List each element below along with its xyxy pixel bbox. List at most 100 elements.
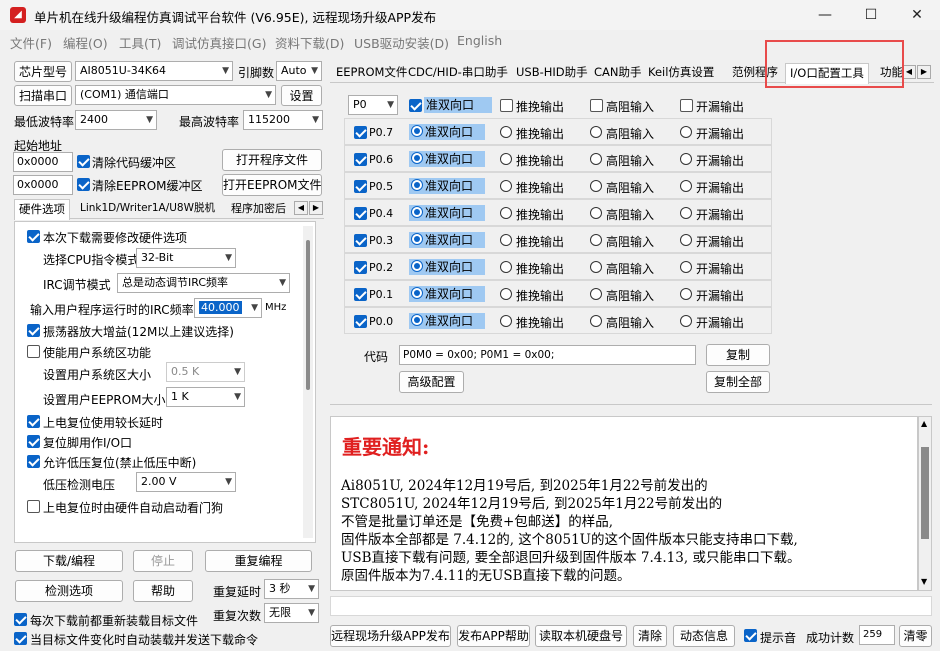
radio-opendrain[interactable] — [680, 180, 692, 192]
option-quasi[interactable]: 准双向口 — [409, 232, 485, 248]
pin-checkbox[interactable] — [354, 234, 367, 247]
radio-opendrain[interactable] — [680, 315, 692, 327]
radio-highz[interactable] — [590, 315, 602, 327]
tab-scroll-left-icon[interactable]: ◀ — [902, 65, 916, 79]
header-pushpull-checkbox[interactable] — [500, 99, 513, 112]
radio-highz[interactable] — [590, 207, 602, 219]
radio-opendrain[interactable] — [680, 288, 692, 300]
pin-checkbox[interactable] — [354, 261, 367, 274]
tab-can[interactable]: CAN助手 — [590, 63, 646, 83]
pin-checkbox[interactable] — [354, 207, 367, 220]
menu-file[interactable]: 文件(F) — [10, 33, 52, 52]
tab-scroll-right-icon[interactable]: ▶ — [917, 65, 931, 79]
radio-highz[interactable] — [590, 126, 602, 138]
user-sys-size-select[interactable]: 0.5 K ▼ — [166, 362, 245, 382]
clear-button[interactable]: 清除 — [633, 625, 667, 647]
tab-hardware-options[interactable]: 硬件选项 — [14, 199, 70, 220]
radio-opendrain[interactable] — [680, 261, 692, 273]
scrollbar-thumb[interactable] — [306, 240, 310, 390]
pin-checkbox[interactable] — [354, 288, 367, 301]
pin-count-select[interactable]: Auto ▼ — [276, 61, 322, 81]
chip-model-button[interactable]: 芯片型号 — [14, 61, 72, 82]
close-button[interactable]: ✕ — [894, 0, 940, 30]
menu-english[interactable]: English — [457, 33, 502, 48]
cpu-mode-select[interactable]: 32-Bit ▼ — [136, 248, 236, 268]
auto-reload-checkbox[interactable] — [14, 632, 27, 645]
copy-all-button[interactable]: 复制全部 — [706, 371, 770, 393]
tab-eeprom-file[interactable]: EEPROM文件 — [332, 63, 411, 83]
publish-help-button[interactable]: 发布APP帮助 — [457, 625, 530, 647]
radio-pushpull[interactable] — [500, 207, 512, 219]
radio-pushpull[interactable] — [500, 261, 512, 273]
code-address-input[interactable]: 0x0000 — [13, 152, 73, 172]
option-quasi[interactable]: 准双向口 — [409, 151, 485, 167]
radio-opendrain[interactable] — [680, 234, 692, 246]
dynamic-info-button[interactable]: 动态信息 — [673, 625, 735, 647]
tab-encrypt[interactable]: 程序加密后 — [227, 199, 290, 219]
maximize-button[interactable]: ☐ — [848, 0, 894, 30]
radio-pushpull[interactable] — [500, 180, 512, 192]
option-quasi[interactable]: 准双向口 — [409, 178, 485, 194]
reset-pin-io-checkbox[interactable] — [27, 435, 40, 448]
settings-button[interactable]: 设置 — [281, 85, 322, 106]
beep-checkbox[interactable] — [744, 629, 757, 642]
tab-link1d[interactable]: Link1D/Writer1A/U8W脱机 — [76, 199, 219, 219]
radio-opendrain[interactable] — [680, 207, 692, 219]
pin-checkbox[interactable] — [354, 153, 367, 166]
chip-model-select[interactable]: AI8051U-34K64 ▼ — [75, 61, 233, 81]
minimize-button[interactable]: — — [802, 0, 848, 30]
radio-pushpull[interactable] — [500, 234, 512, 246]
download-button[interactable]: 下载/编程 — [15, 550, 123, 572]
radio-pushpull[interactable] — [500, 153, 512, 165]
remote-upgrade-button[interactable]: 远程现场升级APP发布 — [330, 625, 451, 647]
radio-highz[interactable] — [590, 234, 602, 246]
radio-pushpull[interactable] — [500, 315, 512, 327]
clear-eeprom-checkbox[interactable] — [77, 178, 90, 191]
radio-highz[interactable] — [590, 180, 602, 192]
option-quasi[interactable]: 准双向口 — [409, 313, 485, 329]
modify-hw-checkbox[interactable] — [27, 230, 40, 243]
menu-program[interactable]: 编程(O) — [63, 33, 108, 52]
irc-freq-select[interactable]: 40.000 ▼ — [194, 298, 262, 318]
tab-cdc-hid[interactable]: CDC/HID-串口助手 — [404, 63, 512, 83]
menu-debug[interactable]: 调试仿真接口(G) — [172, 33, 266, 52]
osc-gain-checkbox[interactable] — [27, 324, 40, 337]
scrollbar-track[interactable] — [303, 226, 313, 538]
tab-scroll-right-icon[interactable]: ▶ — [309, 201, 323, 215]
option-quasi[interactable]: 准双向口 — [409, 286, 485, 302]
radio-highz[interactable] — [590, 153, 602, 165]
open-program-file-button[interactable]: 打开程序文件 — [222, 149, 322, 171]
radio-opendrain[interactable] — [680, 153, 692, 165]
notice-scrollbar[interactable]: ▲ ▼ — [918, 416, 932, 591]
menu-tools[interactable]: 工具(T) — [119, 33, 161, 52]
stop-button[interactable]: 停止 — [133, 550, 193, 572]
read-disk-button[interactable]: 读取本机硬盘号 — [535, 625, 627, 647]
watchdog-checkbox[interactable] — [27, 500, 40, 513]
port-group-select[interactable]: P0 ▼ — [348, 95, 398, 115]
eeprom-address-input[interactable]: 0x0000 — [13, 175, 73, 195]
pin-checkbox[interactable] — [354, 126, 367, 139]
header-quasi-checkbox[interactable] — [409, 99, 422, 112]
reprogram-button[interactable]: 重复编程 — [205, 550, 312, 572]
advanced-config-button[interactable]: 高级配置 — [399, 371, 464, 393]
clear-code-checkbox[interactable] — [77, 155, 90, 168]
user-sys-checkbox[interactable] — [27, 345, 40, 358]
radio-pushpull[interactable] — [500, 288, 512, 300]
option-quasi[interactable]: 准双向口 — [409, 205, 485, 221]
port-select[interactable]: (COM1) 通信端口 ▼ — [75, 85, 276, 105]
tab-scroll-left-icon[interactable]: ◀ — [294, 201, 308, 215]
low-volt-select[interactable]: 2.00 V ▼ — [136, 472, 236, 492]
pin-checkbox[interactable] — [354, 315, 367, 328]
repeat-delay-select[interactable]: 3 秒 ▼ — [264, 579, 319, 599]
header-highz-checkbox[interactable] — [590, 99, 603, 112]
code-output-field[interactable]: P0M0 = 0x00; P0M1 = 0x00; — [399, 345, 696, 365]
copy-button[interactable]: 复制 — [706, 344, 770, 366]
radio-highz[interactable] — [590, 288, 602, 300]
max-baud-select[interactable]: 115200 ▼ — [243, 110, 323, 130]
scroll-down-icon[interactable]: ▼ — [921, 577, 927, 586]
tab-keil[interactable]: Keil仿真设置 — [644, 63, 718, 83]
option-quasi[interactable]: 准双向口 — [409, 124, 485, 140]
reload-each-checkbox[interactable] — [14, 613, 27, 626]
help-button[interactable]: 帮助 — [133, 580, 193, 602]
reset-count-button[interactable]: 清零 — [899, 625, 932, 647]
